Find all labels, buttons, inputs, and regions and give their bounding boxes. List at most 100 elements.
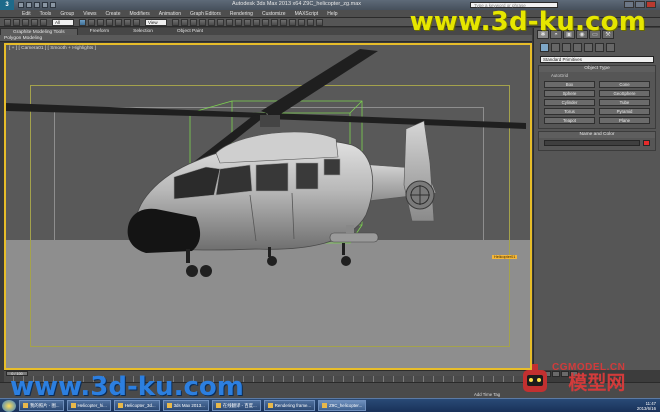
watermark-top: www.3d-ku.com	[409, 7, 646, 37]
schematic-view-icon[interactable]	[280, 18, 287, 26]
save-file-icon[interactable]	[34, 2, 40, 8]
graphite-toggle-icon[interactable]	[262, 18, 269, 26]
angle-snap-icon[interactable]	[199, 18, 206, 26]
menu-group[interactable]: Group	[60, 11, 74, 17]
object-type-rollout: Object Type AutoGrid Box Cone Sphere Geo…	[538, 65, 656, 129]
pyramid-button[interactable]: Pyramid	[599, 108, 650, 115]
app-icon	[166, 403, 172, 408]
move-icon[interactable]	[115, 18, 122, 26]
taskbar-item-label: 我的照片 - 图...	[30, 402, 60, 408]
system-clock[interactable]: 11:47 2013/6/16	[637, 401, 656, 411]
tab-graphite-modeling-tools[interactable]: Graphite Modeling Tools	[0, 28, 78, 35]
tab-object-paint[interactable]: Object Paint	[165, 29, 215, 34]
render-production-icon[interactable]	[316, 18, 323, 26]
image-icon	[70, 403, 76, 408]
undo-icon[interactable]	[42, 2, 48, 8]
command-panel: ✱ ◓ ▣ ◉ ▭ ⚒ Standard Primitives Object T…	[533, 28, 660, 370]
add-time-tag[interactable]: Add Time Tag	[474, 392, 500, 397]
undo-icon[interactable]	[4, 18, 11, 26]
taskbar-item-label: Z9C_helicopter...	[329, 403, 363, 408]
close-button[interactable]	[646, 1, 656, 8]
snap-toggle-icon[interactable]	[190, 18, 197, 26]
shapes-icon[interactable]	[551, 43, 560, 52]
quick-access-toolbar	[18, 2, 56, 8]
redo-icon[interactable]	[50, 2, 56, 8]
plane-button[interactable]: Plane	[599, 117, 650, 124]
helpers-icon[interactable]	[584, 43, 593, 52]
browser-icon	[215, 403, 221, 408]
menu-edit[interactable]: Edit	[22, 11, 31, 17]
pivot-center-icon[interactable]	[172, 18, 179, 26]
redo-icon[interactable]	[13, 18, 20, 26]
menu-rendering[interactable]: Rendering	[230, 11, 253, 17]
box-button[interactable]: Box	[544, 81, 595, 88]
menu-animation[interactable]: Animation	[159, 11, 181, 17]
sphere-button[interactable]: Sphere	[544, 90, 595, 97]
reference-coordinate-dropdown[interactable]: View	[145, 18, 167, 26]
named-selection-icon[interactable]	[226, 18, 233, 26]
geometry-icon[interactable]	[540, 43, 549, 52]
menu-customize[interactable]: Customize	[262, 11, 286, 17]
unlink-icon[interactable]	[31, 18, 38, 26]
taskbar-item[interactable]: Rendering frame...	[263, 400, 316, 411]
rectangle-selection-icon[interactable]	[97, 18, 104, 26]
tube-button[interactable]: Tube	[599, 99, 650, 106]
percent-snap-icon[interactable]	[208, 18, 215, 26]
curve-editor-icon[interactable]	[271, 18, 278, 26]
name-and-color-rollout: Name and Color	[538, 131, 656, 151]
mirror-icon[interactable]	[235, 18, 242, 26]
viewport-label[interactable]: [ + ] [ Camera01 ] [ Smooth + Highlights…	[9, 46, 96, 51]
material-editor-icon[interactable]	[289, 18, 296, 26]
select-manipulate-icon[interactable]	[181, 18, 188, 26]
bind-space-warp-icon[interactable]	[40, 18, 47, 26]
selection-filter-dropdown[interactable]: All	[52, 18, 74, 26]
scale-icon[interactable]	[133, 18, 140, 26]
helicopter-model[interactable]	[6, 45, 532, 370]
render-frame-icon[interactable]	[307, 18, 314, 26]
menu-help[interactable]: Help	[327, 11, 337, 17]
torus-button[interactable]: Torus	[544, 108, 595, 115]
menu-graph-editors[interactable]: Graph Editors	[190, 11, 221, 17]
brand-chinese: 模型网	[568, 372, 626, 394]
menu-modifiers[interactable]: Modifiers	[129, 11, 149, 17]
systems-icon[interactable]	[606, 43, 615, 52]
autogrid-checkbox[interactable]: AutoGrid	[539, 72, 655, 79]
object-name-field[interactable]	[544, 140, 640, 146]
app-menu-button[interactable]: 3	[0, 0, 14, 10]
object-color-swatch[interactable]	[643, 140, 650, 146]
tab-selection[interactable]: Selection	[121, 29, 165, 34]
taskbar-item-label: 3ds Max 2013...	[173, 403, 205, 408]
object-name-tag: Helicopter01	[492, 255, 518, 259]
menu-tools[interactable]: Tools	[40, 11, 52, 17]
3dsmax-icon	[322, 403, 328, 408]
cameras-icon[interactable]	[573, 43, 582, 52]
open-file-icon[interactable]	[26, 2, 32, 8]
tab-freeform[interactable]: Freeform	[78, 29, 121, 34]
menu-views[interactable]: Views	[83, 11, 96, 17]
space-warps-icon[interactable]	[595, 43, 604, 52]
taskbar-item-active[interactable]: Z9C_helicopter...	[318, 400, 367, 411]
cylinder-button[interactable]: Cylinder	[544, 99, 595, 106]
camera-viewport[interactable]: [ + ] [ Camera01 ] [ Smooth + Highlights…	[4, 43, 532, 370]
polygon-modeling-label[interactable]: Polygon Modeling	[4, 36, 42, 41]
link-icon[interactable]	[22, 18, 29, 26]
layer-manager-icon[interactable]	[253, 18, 260, 26]
window-title: Autodesk 3ds Max 2013 x64 Z9C_helicopter…	[232, 1, 362, 7]
teapot-button[interactable]: Teapot	[544, 117, 595, 124]
create-category-icons	[534, 41, 660, 54]
render-icon	[267, 403, 273, 408]
select-object-icon[interactable]	[79, 18, 86, 26]
lights-icon[interactable]	[562, 43, 571, 52]
spinner-snap-icon[interactable]	[217, 18, 224, 26]
menu-maxscript[interactable]: MAXScript	[295, 11, 319, 17]
new-file-icon[interactable]	[18, 2, 24, 8]
window-crossing-icon[interactable]	[106, 18, 113, 26]
render-setup-icon[interactable]	[298, 18, 305, 26]
primitive-category-dropdown[interactable]: Standard Primitives	[540, 56, 654, 63]
cone-button[interactable]: Cone	[599, 81, 650, 88]
select-by-name-icon[interactable]	[88, 18, 95, 26]
geosphere-button[interactable]: GeoSphere	[599, 90, 650, 97]
menu-create[interactable]: Create	[105, 11, 120, 17]
align-icon[interactable]	[244, 18, 251, 26]
rotate-icon[interactable]	[124, 18, 131, 26]
